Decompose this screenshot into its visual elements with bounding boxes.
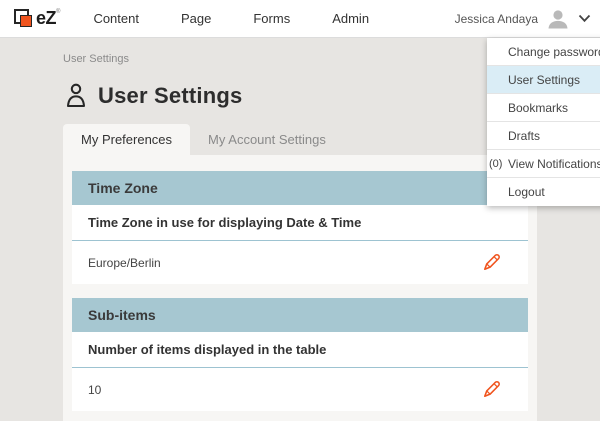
nav-item-admin[interactable]: Admin <box>332 0 369 38</box>
notification-count-badge: (0) <box>489 158 508 170</box>
menu-item-user-settings[interactable]: User Settings <box>487 66 600 94</box>
nav-item-content[interactable]: Content <box>93 0 139 38</box>
user-avatar-icon <box>546 7 570 31</box>
setting-label: Number of items displayed in the table <box>72 332 528 368</box>
section-header: Time Zone <box>72 171 528 205</box>
menu-item-drafts[interactable]: Drafts <box>487 122 600 150</box>
edit-sub-items-button[interactable] <box>482 380 501 399</box>
menu-item-view-notifications[interactable]: (0) View Notifications <box>487 150 600 178</box>
chevron-down-icon <box>578 14 591 23</box>
main-nav: Content Page Forms Admin <box>93 0 369 38</box>
user-icon <box>63 82 89 109</box>
user-menu-trigger[interactable]: Jessica Andaya <box>455 7 591 31</box>
nav-item-page[interactable]: Page <box>181 0 211 38</box>
user-dropdown-menu: Change password User Settings Bookmarks … <box>487 38 600 206</box>
logo-registered-mark: ® <box>56 9 60 15</box>
setting-value-sub-items: 10 <box>88 383 101 397</box>
page-title: User Settings <box>98 83 242 109</box>
tab-my-preferences[interactable]: My Preferences <box>63 124 190 155</box>
menu-item-change-password[interactable]: Change password <box>487 38 600 66</box>
page-title-row: User Settings <box>63 82 537 109</box>
breadcrumb: User Settings <box>63 53 537 65</box>
section-body: Number of items displayed in the table 1… <box>72 332 528 411</box>
topbar: eZ ® Content Page Forms Admin Jessica An… <box>0 0 600 38</box>
section-time-zone: Time Zone Time Zone in use for displayin… <box>72 171 528 284</box>
edit-time-zone-button[interactable] <box>482 253 501 272</box>
section-header: Sub-items <box>72 298 528 332</box>
setting-row: 10 <box>72 368 528 411</box>
logo-orange-square <box>20 15 32 27</box>
pencil-icon <box>482 387 501 402</box>
tab-panel-my-preferences: Time Zone Time Zone in use for displayin… <box>63 155 537 421</box>
section-body: Time Zone in use for displaying Date & T… <box>72 205 528 284</box>
section-sub-items: Sub-items Number of items displayed in t… <box>72 298 528 411</box>
menu-item-logout[interactable]: Logout <box>487 178 600 206</box>
user-name: Jessica Andaya <box>455 12 538 26</box>
ez-logo[interactable]: eZ ® <box>14 8 60 29</box>
tab-bar: My Preferences My Account Settings <box>63 124 537 155</box>
tab-my-account-settings[interactable]: My Account Settings <box>190 124 344 155</box>
setting-label: Time Zone in use for displaying Date & T… <box>72 205 528 241</box>
setting-value-time-zone: Europe/Berlin <box>88 256 161 270</box>
ez-logo-mark <box>14 8 36 29</box>
nav-item-forms[interactable]: Forms <box>253 0 290 38</box>
menu-item-bookmarks[interactable]: Bookmarks <box>487 94 600 122</box>
pencil-icon <box>482 260 501 275</box>
setting-row: Europe/Berlin <box>72 241 528 284</box>
logo-text: eZ <box>36 8 56 29</box>
